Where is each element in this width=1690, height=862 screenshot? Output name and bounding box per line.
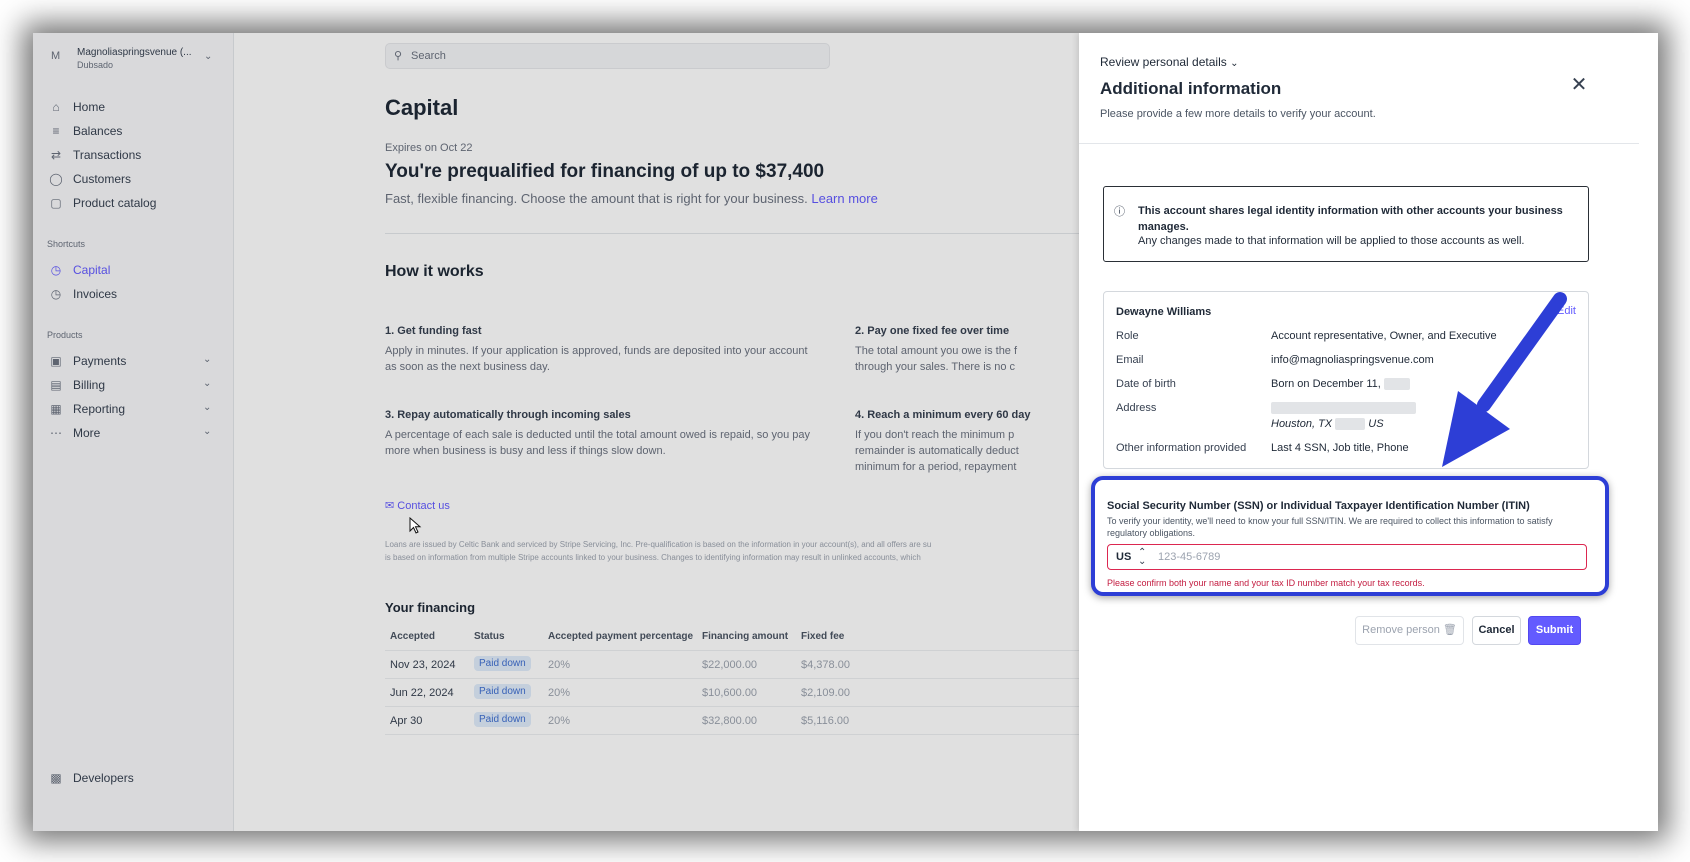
info-icon: ⓘ — [1114, 206, 1125, 218]
panel-description: Please provide a few more details to ver… — [1100, 108, 1376, 120]
ssn-description: To verify your identity, we'll need to k… — [1107, 516, 1553, 538]
email-value: info@magnoliaspringsvenue.com — [1271, 354, 1434, 366]
ssn-error-message: Please confirm both your name and your t… — [1107, 578, 1425, 588]
address-label: Address — [1116, 402, 1157, 414]
remove-person-button[interactable]: Remove person 🗑 — [1355, 616, 1464, 645]
notice-text: Any changes made to that information wil… — [1138, 235, 1525, 247]
redacted-block — [1271, 402, 1416, 415]
dob-text: Born on December 11, — [1271, 378, 1381, 390]
redacted-block — [1335, 418, 1366, 431]
role-label: Role — [1116, 330, 1139, 342]
submit-button[interactable]: Submit — [1528, 616, 1581, 645]
notice-bold-text: This account shares legal identity infor… — [1138, 205, 1563, 233]
redacted-block — [1383, 378, 1410, 391]
cancel-button[interactable]: Cancel — [1472, 616, 1521, 645]
other-info-value: Last 4 SSN, Job title, Phone — [1271, 442, 1409, 454]
modal-backdrop[interactable] — [33, 33, 1079, 831]
mouse-cursor-icon — [409, 517, 422, 534]
ssn-placeholder: 123-45-6789 — [1158, 551, 1221, 563]
remove-person-label: Remove person — [1362, 624, 1440, 636]
dob-value: Born on December 11, — [1271, 378, 1410, 391]
email-label: Email — [1116, 354, 1144, 366]
panel-title: Additional information — [1100, 79, 1282, 98]
close-icon[interactable]: ✕ — [1567, 73, 1591, 97]
person-name: Dewayne Williams — [1116, 306, 1212, 318]
breadcrumb-label: Review personal details — [1100, 55, 1227, 69]
other-info-label: Other information provided — [1116, 442, 1247, 454]
address-country: US — [1368, 418, 1384, 430]
ssn-label: Social Security Number (SSN) or Individu… — [1107, 500, 1530, 512]
screenshot-frame: M Magnoliaspringsvenue (... Dubsado ⌄ ⌂ H… — [33, 33, 1658, 831]
ssn-input[interactable]: US ⌃ ⌄ 123-45-6789 — [1107, 544, 1587, 570]
shared-identity-notice: ⓘ This account shares legal identity inf… — [1103, 186, 1589, 262]
trash-icon: 🗑 — [1442, 624, 1457, 636]
annotation-arrow-icon — [1442, 292, 1567, 467]
dob-label: Date of birth — [1116, 378, 1176, 390]
address-line-2: Houston, TX US — [1271, 418, 1384, 431]
review-personal-details-dropdown[interactable]: Review personal details ⌄ — [1100, 55, 1238, 69]
stripe-dashboard: M Magnoliaspringsvenue (... Dubsado ⌄ ⌂ H… — [33, 33, 1085, 831]
ssn-section-highlight: Social Security Number (SSN) or Individu… — [1091, 476, 1609, 596]
divider — [1079, 143, 1639, 144]
address-city: Houston, TX — [1271, 418, 1333, 430]
chevron-down-icon: ⌄ — [1230, 58, 1239, 69]
sort-arrows-icon: ⌃ ⌄ — [1138, 547, 1147, 567]
address-line-1 — [1271, 402, 1416, 415]
country-select[interactable]: US — [1116, 551, 1131, 563]
